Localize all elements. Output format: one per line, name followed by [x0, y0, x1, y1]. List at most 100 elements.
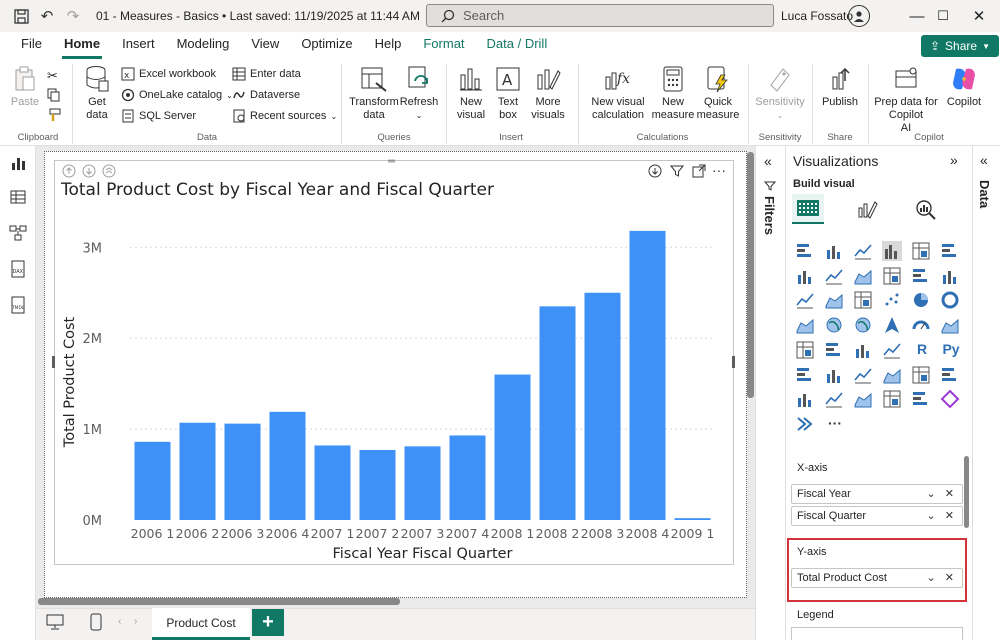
drill-up-icon[interactable] — [62, 164, 76, 178]
stacked-column-chart-icon[interactable] — [824, 241, 844, 261]
data-label[interactable]: Data — [977, 180, 992, 208]
visualizations-scrollbar[interactable] — [964, 456, 969, 528]
100-stacked-bar-chart-icon[interactable] — [911, 241, 931, 261]
search-input[interactable]: Search — [426, 4, 774, 27]
drag-handle-icon[interactable]: ═ — [388, 156, 395, 167]
expand-hierarchy-icon[interactable] — [102, 164, 116, 178]
stacked-area-chart-icon[interactable] — [853, 266, 873, 286]
tab-data-drill[interactable]: Data / Drill — [476, 32, 559, 60]
refresh-button[interactable]: Refresh ⌄ — [400, 64, 438, 122]
waterfall-chart-icon[interactable] — [824, 290, 844, 310]
new-visual-calculation-button[interactable]: fx New visual calculation — [585, 64, 651, 122]
drill-mode-icon[interactable] — [648, 164, 662, 178]
tab-file[interactable]: File — [10, 32, 53, 60]
copy-icon[interactable] — [47, 88, 60, 105]
more-visuals-button[interactable]: More visuals — [526, 64, 570, 122]
power-automate-icon[interactable] — [824, 389, 844, 409]
gauge-icon[interactable] — [911, 315, 931, 335]
add-page-button[interactable]: + — [252, 609, 284, 636]
tab-optimize[interactable]: Optimize — [290, 32, 363, 60]
button-slicer-icon[interactable] — [853, 389, 873, 409]
stacked-bar-chart-icon[interactable] — [795, 241, 815, 261]
drill-down-icon[interactable] — [82, 164, 96, 178]
excel-workbook-button[interactable]: x Excel workbook — [121, 67, 216, 81]
multi-row-card-icon[interactable] — [795, 340, 815, 360]
legend-drop-zone[interactable] — [791, 627, 963, 640]
paginated-report-icon[interactable] — [940, 365, 960, 385]
copilot-button[interactable]: Copilot — [939, 64, 989, 109]
more-options-icon[interactable]: ··· — [712, 162, 726, 178]
slicer-icon[interactable] — [853, 340, 873, 360]
100-stacked-column-chart-icon[interactable] — [940, 241, 960, 261]
collapse-data-icon[interactable]: « — [980, 152, 988, 168]
line-stacked-column-chart-icon[interactable] — [911, 266, 931, 286]
tab-format[interactable]: Format — [412, 32, 475, 60]
treemap-icon[interactable] — [795, 315, 815, 335]
new-measure-button[interactable]: New measure — [652, 64, 694, 122]
paste-button[interactable]: Paste — [10, 64, 40, 109]
map-icon[interactable] — [824, 315, 844, 335]
pie-chart-icon[interactable] — [911, 290, 931, 310]
dataverse-button[interactable]: Dataverse — [232, 88, 300, 102]
field-remove-icon[interactable]: ⌄ ✕ — [927, 571, 958, 584]
tab-insert[interactable]: Insert — [111, 32, 166, 60]
prev-page-icon[interactable]: ‹ — [118, 616, 121, 627]
mobile-layout-icon[interactable] — [90, 613, 102, 631]
redo-icon[interactable]: ↷ — [60, 3, 86, 29]
more-visuals-arrow-icon[interactable] — [795, 414, 815, 434]
clustered-column-chart-icon[interactable] — [882, 241, 902, 261]
share-button[interactable]: ⇪ Share ▼ — [921, 35, 999, 57]
line-chart-icon[interactable] — [795, 266, 815, 286]
more-visuals-ellipsis-icon[interactable]: ··· — [824, 415, 846, 435]
power-apps-icon[interactable] — [795, 389, 815, 409]
recent-sources-button[interactable]: Recent sources ⌄ — [232, 109, 337, 123]
analytics-icon[interactable] — [914, 198, 936, 220]
diamond-visual-icon[interactable] — [940, 389, 960, 409]
clustered-bar-chart-icon[interactable] — [853, 241, 873, 261]
x-axis-field-fiscal-quarter[interactable]: Fiscal Quarter ⌄ ✕ — [791, 506, 963, 526]
azure-map-icon[interactable] — [882, 315, 902, 335]
ribbon-chart-icon[interactable] — [795, 290, 815, 310]
table-view-icon[interactable] — [9, 188, 27, 206]
line-clustered-column-chart-icon[interactable] — [940, 266, 960, 286]
undo-icon[interactable]: ↶ — [34, 3, 60, 29]
publish-button[interactable]: Publish — [818, 64, 862, 109]
key-influencers-icon[interactable] — [795, 365, 815, 385]
table-visual-icon[interactable] — [882, 340, 902, 360]
avatar-icon[interactable] — [848, 5, 870, 27]
transform-data-button[interactable]: Transform data — [348, 64, 400, 122]
get-data-button[interactable]: Get data — [80, 64, 114, 122]
y-axis-field-total-product-cost[interactable]: Total Product Cost ⌄ ✕ — [791, 568, 963, 588]
decomposition-tree-icon[interactable] — [824, 365, 844, 385]
close-button[interactable]: ✕ — [956, 0, 1000, 32]
new-card-icon[interactable] — [911, 389, 931, 409]
100-stacked-area-chart-icon[interactable] — [882, 266, 902, 286]
filters-label[interactable]: Filters — [762, 196, 777, 235]
scatter-chart-icon[interactable] — [882, 290, 902, 310]
filter-icon[interactable] — [670, 164, 684, 178]
tab-help[interactable]: Help — [364, 32, 413, 60]
image-visual-icon[interactable] — [882, 389, 902, 409]
build-visual-tab[interactable] — [792, 194, 824, 224]
python-visual-icon[interactable]: Py — [940, 341, 962, 361]
sql-server-button[interactable]: SQL Server — [121, 109, 196, 123]
field-remove-icon[interactable]: ⌄ ✕ — [927, 487, 958, 500]
tab-view[interactable]: View — [240, 32, 290, 60]
x-axis-field-fiscal-year[interactable]: Fiscal Year ⌄ ✕ — [791, 484, 963, 504]
focus-mode-icon[interactable] — [692, 164, 706, 178]
filled-map-icon[interactable] — [853, 315, 873, 335]
card-icon[interactable] — [940, 315, 960, 335]
format-painter-icon[interactable] — [47, 108, 61, 125]
field-remove-icon[interactable]: ⌄ ✕ — [927, 509, 958, 522]
r-script-visual-icon[interactable]: R — [911, 341, 933, 361]
tmdl-view-icon[interactable]: TMDL — [9, 296, 27, 314]
next-page-icon[interactable]: › — [134, 616, 137, 627]
page-tab-product-cost[interactable]: Product Cost — [152, 608, 250, 640]
text-box-button[interactable]: A Text box — [492, 64, 524, 122]
onelake-catalog-button[interactable]: OneLake catalog ⌄ — [121, 88, 233, 102]
tab-home[interactable]: Home — [53, 32, 111, 60]
tab-modeling[interactable]: Modeling — [166, 32, 241, 60]
donut-chart-icon[interactable] — [940, 290, 960, 310]
area-chart-icon[interactable] — [824, 266, 844, 286]
expand-pane-icon[interactable]: » — [950, 152, 958, 168]
